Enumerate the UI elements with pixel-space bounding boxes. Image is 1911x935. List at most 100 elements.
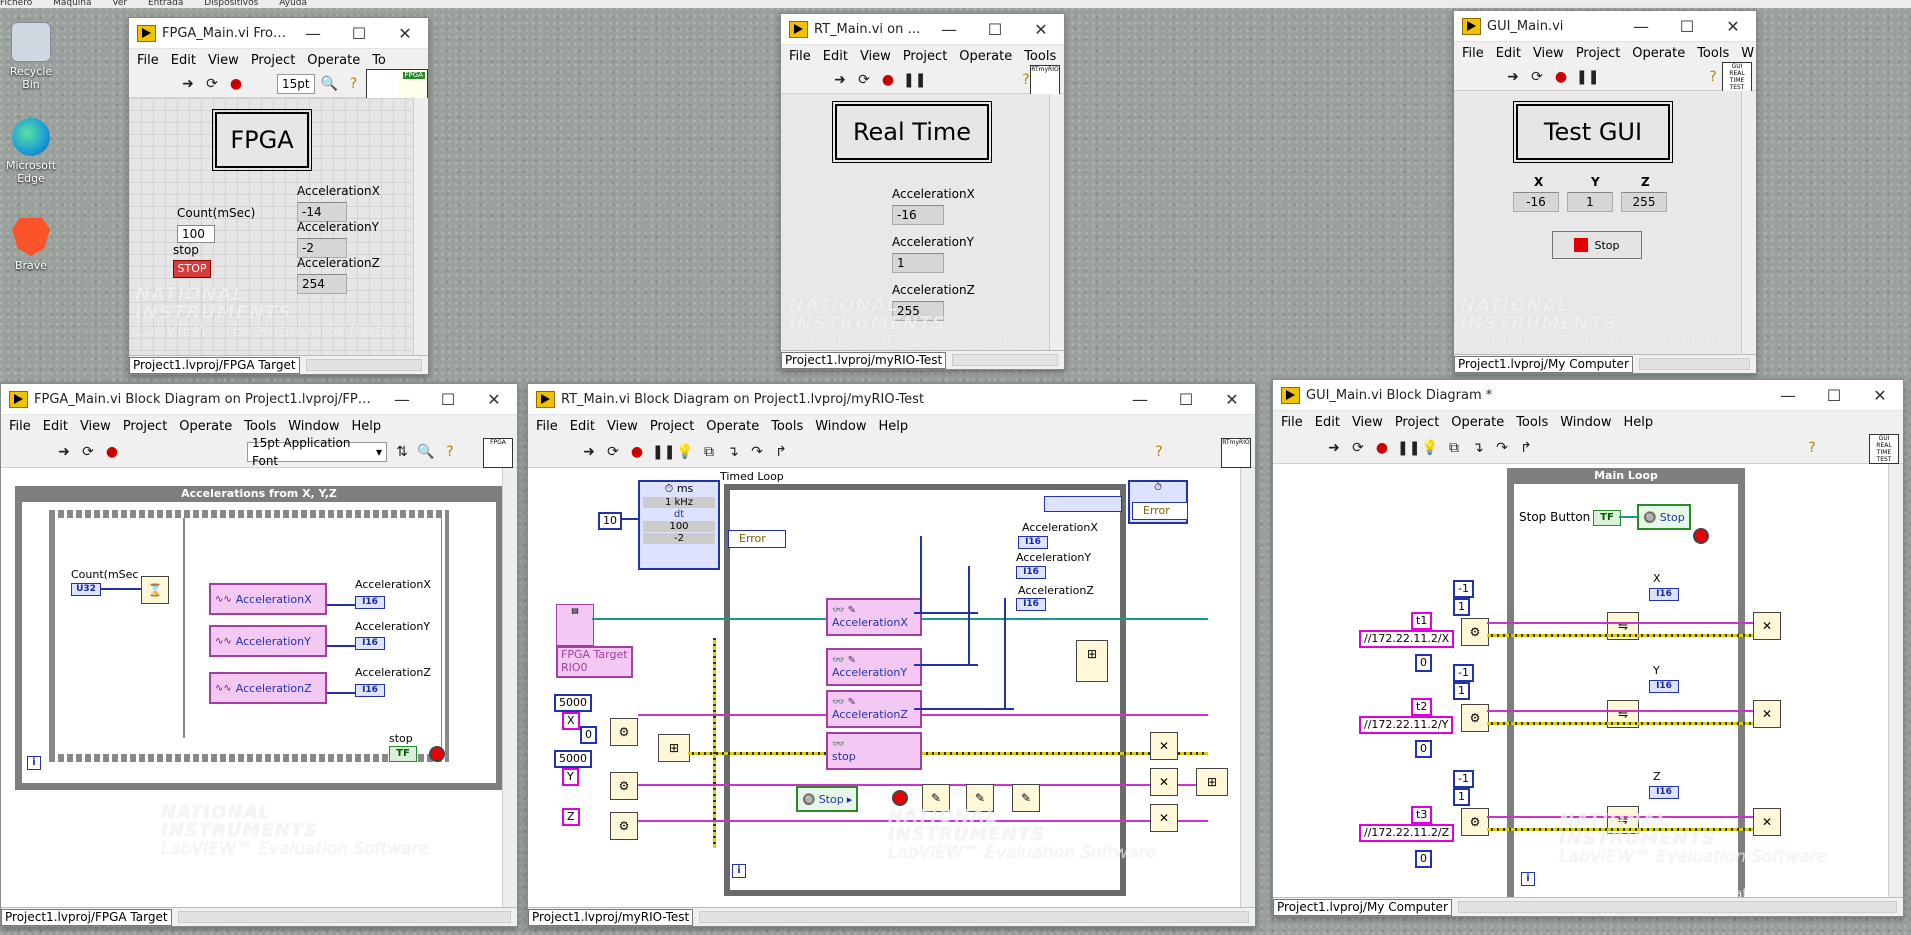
menu-file[interactable]: File xyxy=(789,49,811,64)
close-icon[interactable]: ✕ xyxy=(471,390,517,409)
vertical-scrollbar[interactable] xyxy=(1240,468,1255,908)
desktop-icon-brave[interactable]: Brave xyxy=(0,218,62,272)
close-var-y[interactable]: ✕ xyxy=(1150,768,1178,796)
minimize-icon[interactable]: — xyxy=(1117,390,1163,409)
merge-errors-node[interactable]: ⊞ xyxy=(1196,768,1228,796)
menu-view[interactable]: View xyxy=(80,419,111,434)
count-terminal[interactable]: U32 xyxy=(71,583,101,596)
horizontal-scrollbar[interactable] xyxy=(1638,358,1750,370)
menu-window[interactable]: Window xyxy=(815,419,866,434)
accel-x-terminal[interactable]: I16 xyxy=(355,596,385,609)
menu-tools[interactable]: Tools xyxy=(1697,46,1729,61)
close-var-x[interactable]: ✕ xyxy=(1753,612,1781,640)
menu-tools[interactable]: Tools xyxy=(1516,415,1548,430)
menu-operate[interactable]: Operate xyxy=(307,53,360,68)
step-into-icon[interactable]: ↴ xyxy=(724,445,742,459)
abort-icon[interactable]: ● xyxy=(103,445,121,459)
menu-file[interactable]: File xyxy=(1462,46,1484,61)
out-x-terminal[interactable]: I16 xyxy=(1018,536,1048,549)
run-icon[interactable]: ➜ xyxy=(831,73,849,87)
rt-io-node-stop[interactable]: 👓 stop xyxy=(826,732,922,770)
run-icon[interactable]: ➜ xyxy=(179,77,197,91)
font-selector[interactable]: 15pt xyxy=(277,74,315,94)
menu-window[interactable]: Window xyxy=(288,419,339,434)
menu-view[interactable]: View xyxy=(1533,46,1564,61)
stop-terminal[interactable]: TF xyxy=(389,746,417,762)
y-terminal[interactable]: I16 xyxy=(1649,680,1679,693)
menu-tools[interactable]: To xyxy=(372,53,386,68)
host-menu-view[interactable]: Ver xyxy=(112,0,127,8)
close-icon[interactable]: ✕ xyxy=(1018,20,1064,39)
bundle-node[interactable]: ⊞ xyxy=(658,734,690,762)
const-t1[interactable]: t1 xyxy=(1411,612,1433,630)
title-bar[interactable]: GUI_Main.vi — ☐ ✕ xyxy=(1454,11,1756,42)
fpga-target-ref[interactable]: ▤ xyxy=(556,604,594,646)
menu-edit[interactable]: Edit xyxy=(1496,46,1521,61)
menu-operate[interactable]: Operate xyxy=(959,49,1012,64)
const-minus1-x[interactable]: -1 xyxy=(1453,580,1474,598)
maximize-icon[interactable]: ☐ xyxy=(972,20,1018,39)
shared-var-open-y[interactable]: ⚙ xyxy=(610,772,638,800)
minimize-icon[interactable]: — xyxy=(1765,386,1811,405)
run-continuously-icon[interactable]: ⟳ xyxy=(203,77,221,91)
fpga-io-node-y[interactable]: ∿∿ AccelerationY xyxy=(209,625,327,657)
menu-window[interactable]: Window xyxy=(1560,415,1611,430)
const-z[interactable]: Z xyxy=(562,808,580,826)
write-var-node-2[interactable]: ✎ xyxy=(966,784,994,812)
menu-tools[interactable]: Tools xyxy=(1024,49,1056,64)
shared-var-read-z[interactable]: ⚙ xyxy=(1461,808,1489,836)
close-icon[interactable]: ✕ xyxy=(1209,390,1255,409)
step-over-icon[interactable]: ↷ xyxy=(1493,441,1511,455)
error-cluster-left[interactable]: Error xyxy=(728,530,786,548)
stop-button[interactable]: Stop xyxy=(1552,231,1642,259)
host-menu-machine[interactable]: Máquina xyxy=(53,0,91,8)
minimize-icon[interactable]: — xyxy=(379,390,425,409)
desktop-icon-edge[interactable]: Microsoft Edge xyxy=(0,118,62,185)
const-t2[interactable]: t2 xyxy=(1411,698,1433,716)
menu-operate[interactable]: Operate xyxy=(1632,46,1685,61)
const-1-x[interactable]: 1 xyxy=(1453,598,1470,616)
host-menu-file[interactable]: Fichero xyxy=(0,0,32,8)
abort-icon[interactable]: ● xyxy=(1552,70,1570,84)
menu-edit[interactable]: Edit xyxy=(823,49,848,64)
vertical-scrollbar[interactable] xyxy=(413,98,428,356)
menu-view[interactable]: View xyxy=(208,53,239,68)
menu-operate[interactable]: Operate xyxy=(179,419,232,434)
accel-z-terminal[interactable]: I16 xyxy=(355,684,385,697)
menu-edit[interactable]: Edit xyxy=(171,53,196,68)
abort-icon[interactable]: ● xyxy=(1373,441,1391,455)
menu-project[interactable]: Project xyxy=(251,53,295,68)
info-icon[interactable]: i xyxy=(732,864,746,878)
step-out-icon[interactable]: ↱ xyxy=(1517,441,1535,455)
menu-tools[interactable]: Tools xyxy=(771,419,803,434)
horizontal-scrollbar[interactable] xyxy=(177,911,511,923)
run-icon[interactable]: ➜ xyxy=(1325,441,1343,455)
x-terminal[interactable]: I16 xyxy=(1649,588,1679,601)
search-icon[interactable]: 🔍 xyxy=(417,445,435,459)
menu-file[interactable]: File xyxy=(137,53,159,68)
stop-button[interactable]: STOP xyxy=(173,260,211,278)
rt-stop-node[interactable]: 🔘 Stop ▸ xyxy=(796,786,859,812)
title-bar[interactable]: RT_Main.vi on Proje... — ☐ ✕ xyxy=(781,14,1064,45)
retain-wire-values-icon[interactable]: ⧉ xyxy=(700,445,718,459)
error-cluster-right[interactable]: Error xyxy=(1132,502,1188,520)
shared-var-open-z[interactable]: ⚙ xyxy=(610,812,638,840)
run-icon[interactable]: ➜ xyxy=(55,445,73,459)
rt-io-node-y[interactable]: 👓 ✎ AccelerationY xyxy=(826,648,922,686)
rt-io-node-x[interactable]: 👓 ✎ AccelerationX xyxy=(826,598,922,636)
shared-var-open-x[interactable]: ⚙ xyxy=(610,718,638,746)
menu-project[interactable]: Project xyxy=(1395,415,1439,430)
run-continuously-icon[interactable]: ⟳ xyxy=(855,73,873,87)
highlight-execution-icon[interactable]: 💡 xyxy=(676,445,694,459)
const-y[interactable]: Y xyxy=(562,768,579,786)
help-icon[interactable]: ? xyxy=(1704,70,1722,84)
menu-file[interactable]: File xyxy=(1281,415,1303,430)
abort-icon[interactable]: ● xyxy=(879,73,897,87)
const-0-x[interactable]: 0 xyxy=(1415,654,1432,672)
vertical-scrollbar[interactable] xyxy=(1049,94,1064,351)
minimize-icon[interactable]: — xyxy=(290,24,336,43)
stop-button-terminal[interactable]: TF xyxy=(1593,510,1621,526)
search-icon[interactable]: 🔍 xyxy=(321,77,339,91)
loop-condition-icon[interactable] xyxy=(1693,528,1709,544)
close-icon[interactable]: ✕ xyxy=(1857,386,1903,405)
